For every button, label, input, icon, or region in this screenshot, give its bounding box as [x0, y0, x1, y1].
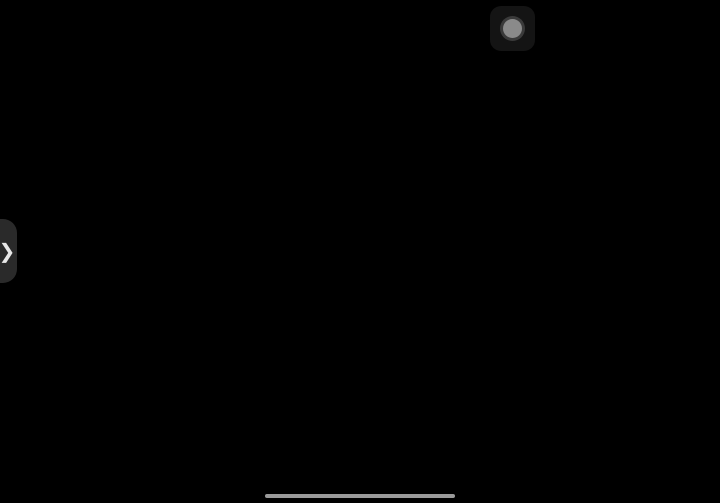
home-indicator[interactable] — [265, 494, 455, 498]
assistive-touch-core — [503, 19, 522, 38]
blank-screen: ❯ — [0, 0, 720, 503]
assistive-touch-icon — [500, 16, 525, 41]
chevron-right-icon: ❯ — [0, 239, 16, 263]
assistive-touch-button[interactable] — [490, 6, 535, 51]
side-panel-handle[interactable]: ❯ — [0, 219, 17, 283]
